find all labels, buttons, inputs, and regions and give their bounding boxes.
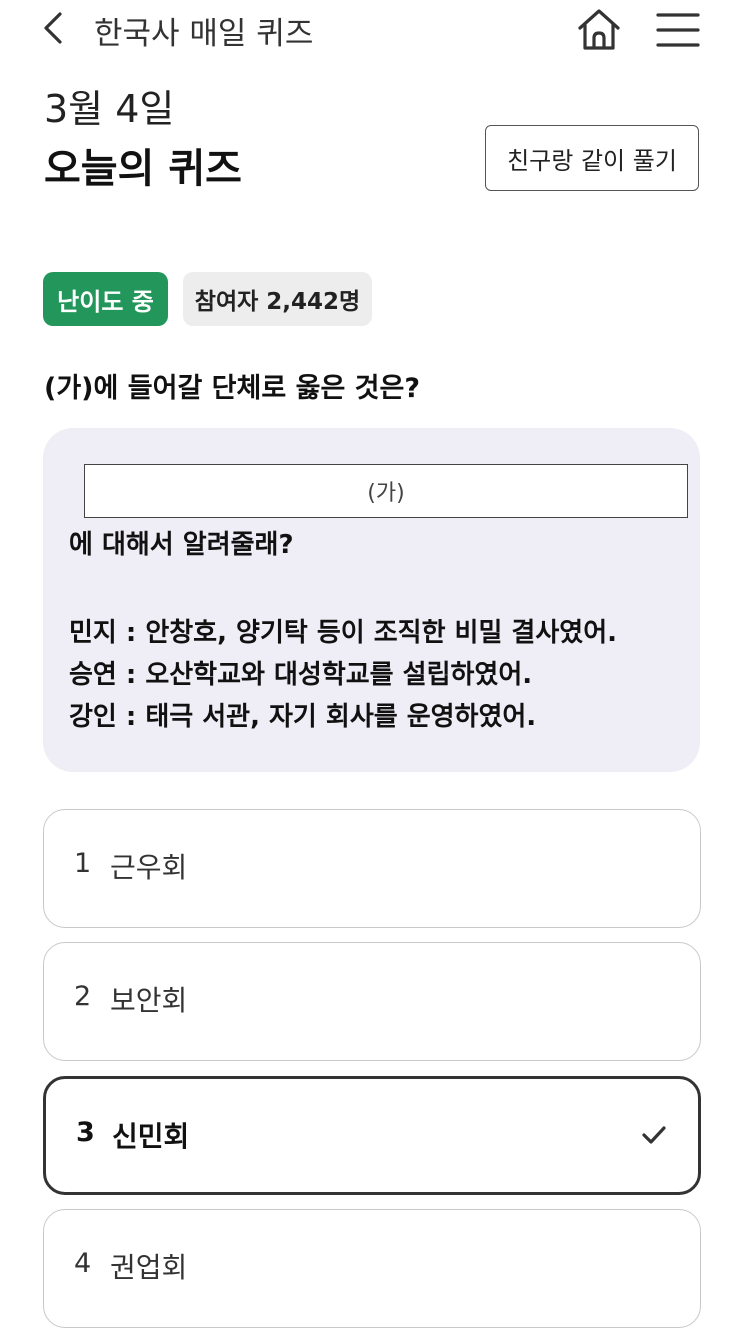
question-text: (가)에 들어갈 단체로 옳은 것은? bbox=[44, 373, 421, 404]
answer-choice-1[interactable]: 1 근우회 bbox=[43, 809, 701, 928]
home-icon bbox=[578, 9, 620, 50]
page-title: 오늘의 퀴즈 bbox=[44, 146, 242, 192]
checkmark-icon bbox=[642, 1126, 666, 1144]
choice-label: 권업회 bbox=[110, 1251, 188, 1284]
participants-badge: 참여자 2,442명 bbox=[183, 272, 372, 326]
back-button[interactable] bbox=[36, 6, 76, 50]
top-navigation-bar: 한국사 매일 퀴즈 bbox=[0, 0, 743, 60]
answer-choice-3[interactable]: 3 신민회 bbox=[43, 1076, 701, 1195]
passage-line: 민지 : 안창호, 양기탁 등이 조직한 비밀 결사였어. bbox=[69, 618, 617, 648]
home-button[interactable] bbox=[574, 4, 624, 54]
choice-label: 신민회 bbox=[112, 1120, 190, 1153]
quiz-date: 3월 4일 bbox=[44, 87, 175, 131]
solve-with-friend-button[interactable]: 친구랑 같이 풀기 bbox=[485, 125, 699, 191]
menu-button[interactable] bbox=[654, 6, 702, 52]
difficulty-badge: 난이도 중 bbox=[43, 272, 168, 326]
passage-prompt: 에 대해서 알려줄래? bbox=[69, 530, 294, 560]
hamburger-menu-icon bbox=[656, 13, 700, 47]
app-title: 한국사 매일 퀴즈 bbox=[94, 16, 314, 52]
answer-choice-4[interactable]: 4 권업회 bbox=[43, 1209, 701, 1328]
choice-number: 2 bbox=[74, 981, 92, 1012]
choice-number: 1 bbox=[74, 848, 92, 879]
chevron-left-icon bbox=[44, 12, 62, 44]
passage-line: 강인 : 태극 서관, 자기 회사를 운영하였어. bbox=[69, 702, 537, 732]
choice-label: 보안회 bbox=[110, 984, 188, 1017]
passage-line: 승연 : 오산학교와 대성학교를 설립하였어. bbox=[69, 660, 533, 690]
choice-number: 4 bbox=[74, 1248, 92, 1279]
blank-box: (가) bbox=[84, 464, 688, 518]
choice-number: 3 bbox=[76, 1117, 95, 1148]
choice-label: 근우회 bbox=[110, 851, 188, 884]
answer-choice-2[interactable]: 2 보안회 bbox=[43, 942, 701, 1061]
passage-box: (가) 에 대해서 알려줄래? 민지 : 안창호, 양기탁 등이 조직한 비밀 … bbox=[43, 428, 700, 772]
